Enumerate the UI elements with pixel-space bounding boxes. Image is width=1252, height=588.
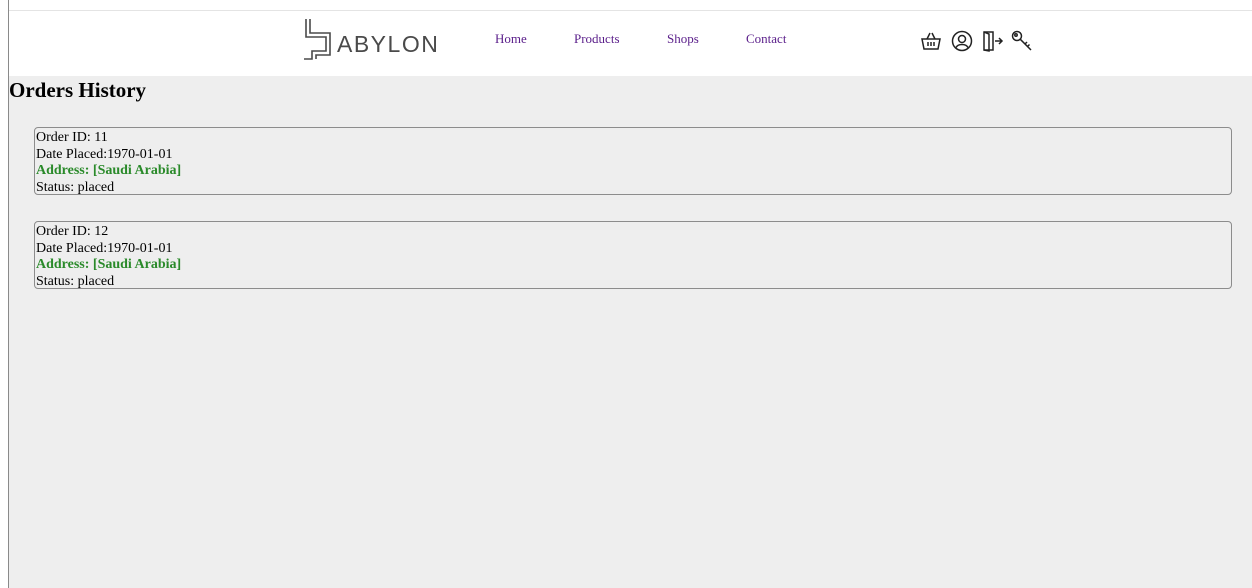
user-icon[interactable]	[950, 29, 974, 53]
order-status: Status: placed	[36, 273, 115, 289]
order-date: Date Placed:1970-01-01	[36, 146, 173, 162]
order-address: Address: [Saudi Arabia]	[36, 163, 182, 178]
nav-contact[interactable]: Contact	[746, 31, 786, 47]
site-header: ABYLON Home Products Shops Contact	[9, 11, 1252, 76]
basket-icon[interactable]	[919, 29, 943, 53]
brand-name: ABYLON	[337, 30, 440, 57]
brand-logo[interactable]: ABYLON	[303, 18, 439, 60]
order-id: Order ID: 12	[36, 224, 109, 239]
nav-products[interactable]: Products	[574, 31, 620, 47]
nav-home[interactable]: Home	[495, 31, 527, 47]
order-id: Order ID: 11	[36, 130, 108, 145]
page-title: Orders History	[9, 78, 147, 102]
nav-shops[interactable]: Shops	[667, 31, 699, 47]
order-date: Date Placed:1970-01-01	[36, 240, 173, 256]
babylon-logo-icon	[304, 19, 331, 60]
order-card: Order ID: 11 Date Placed:1970-01-01 Addr…	[34, 127, 1232, 195]
logout-icon[interactable]	[980, 29, 1004, 53]
key-icon[interactable]	[1010, 29, 1034, 53]
orders-history-page: Orders History Order ID: 11 Date Placed:…	[9, 76, 1252, 588]
order-card: Order ID: 12 Date Placed:1970-01-01 Addr…	[34, 221, 1232, 289]
order-status: Status: placed	[36, 179, 115, 195]
order-address: Address: [Saudi Arabia]	[36, 257, 182, 272]
